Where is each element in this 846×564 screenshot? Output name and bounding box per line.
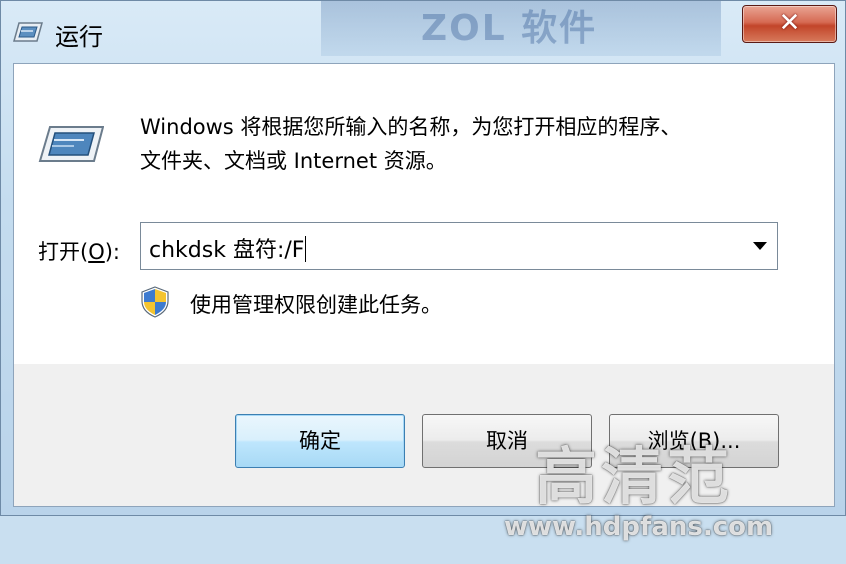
dialog-body: Windows 将根据您所输入的名称，为您打开相应的程序、 文件夹、文档或 In… <box>13 63 835 542</box>
close-icon: ✕ <box>778 8 801 38</box>
text-caret <box>305 236 307 262</box>
description: Windows 将根据您所输入的名称，为您打开相应的程序、 文件夹、文档或 In… <box>140 110 800 178</box>
window-title: 运行 <box>55 23 103 51</box>
open-label-accesskey: O <box>88 240 105 264</box>
open-label-prefix: 打开( <box>38 240 89 264</box>
open-input-value: chkdsk 盘符:/F <box>149 238 305 263</box>
watermark-url: www.hdpfans.com <box>504 512 774 542</box>
open-label: 打开(O): <box>38 236 120 266</box>
close-button[interactable]: ✕ <box>742 5 837 43</box>
background-watermark-text: ZOL 软件 <box>321 1 721 56</box>
browse-button[interactable]: 浏览(B)... <box>609 414 779 468</box>
open-combobox[interactable]: chkdsk 盘符:/F <box>140 222 778 270</box>
cancel-button[interactable]: 取消 <box>422 414 592 468</box>
run-icon <box>13 22 43 42</box>
admin-privilege-note: 使用管理权限创建此任务。 <box>190 293 442 317</box>
chevron-down-icon[interactable] <box>753 242 767 250</box>
open-label-suffix: ): <box>104 240 121 264</box>
open-input[interactable]: chkdsk 盘符:/F <box>149 232 307 264</box>
run-icon <box>38 126 104 162</box>
description-line-2: 文件夹、文档或 Internet 资源。 <box>140 149 447 173</box>
title-bar[interactable]: ZOL 软件 运行 ✕ <box>1 1 846 61</box>
uac-shield-icon <box>141 286 169 318</box>
ok-button[interactable]: 确定 <box>235 414 405 468</box>
run-dialog-window: ZOL 软件 运行 ✕ Windows 将根据您所输入的名称，为您打开相应的程序… <box>0 0 846 542</box>
description-line-1: Windows 将根据您所输入的名称，为您打开相应的程序、 <box>140 115 682 139</box>
